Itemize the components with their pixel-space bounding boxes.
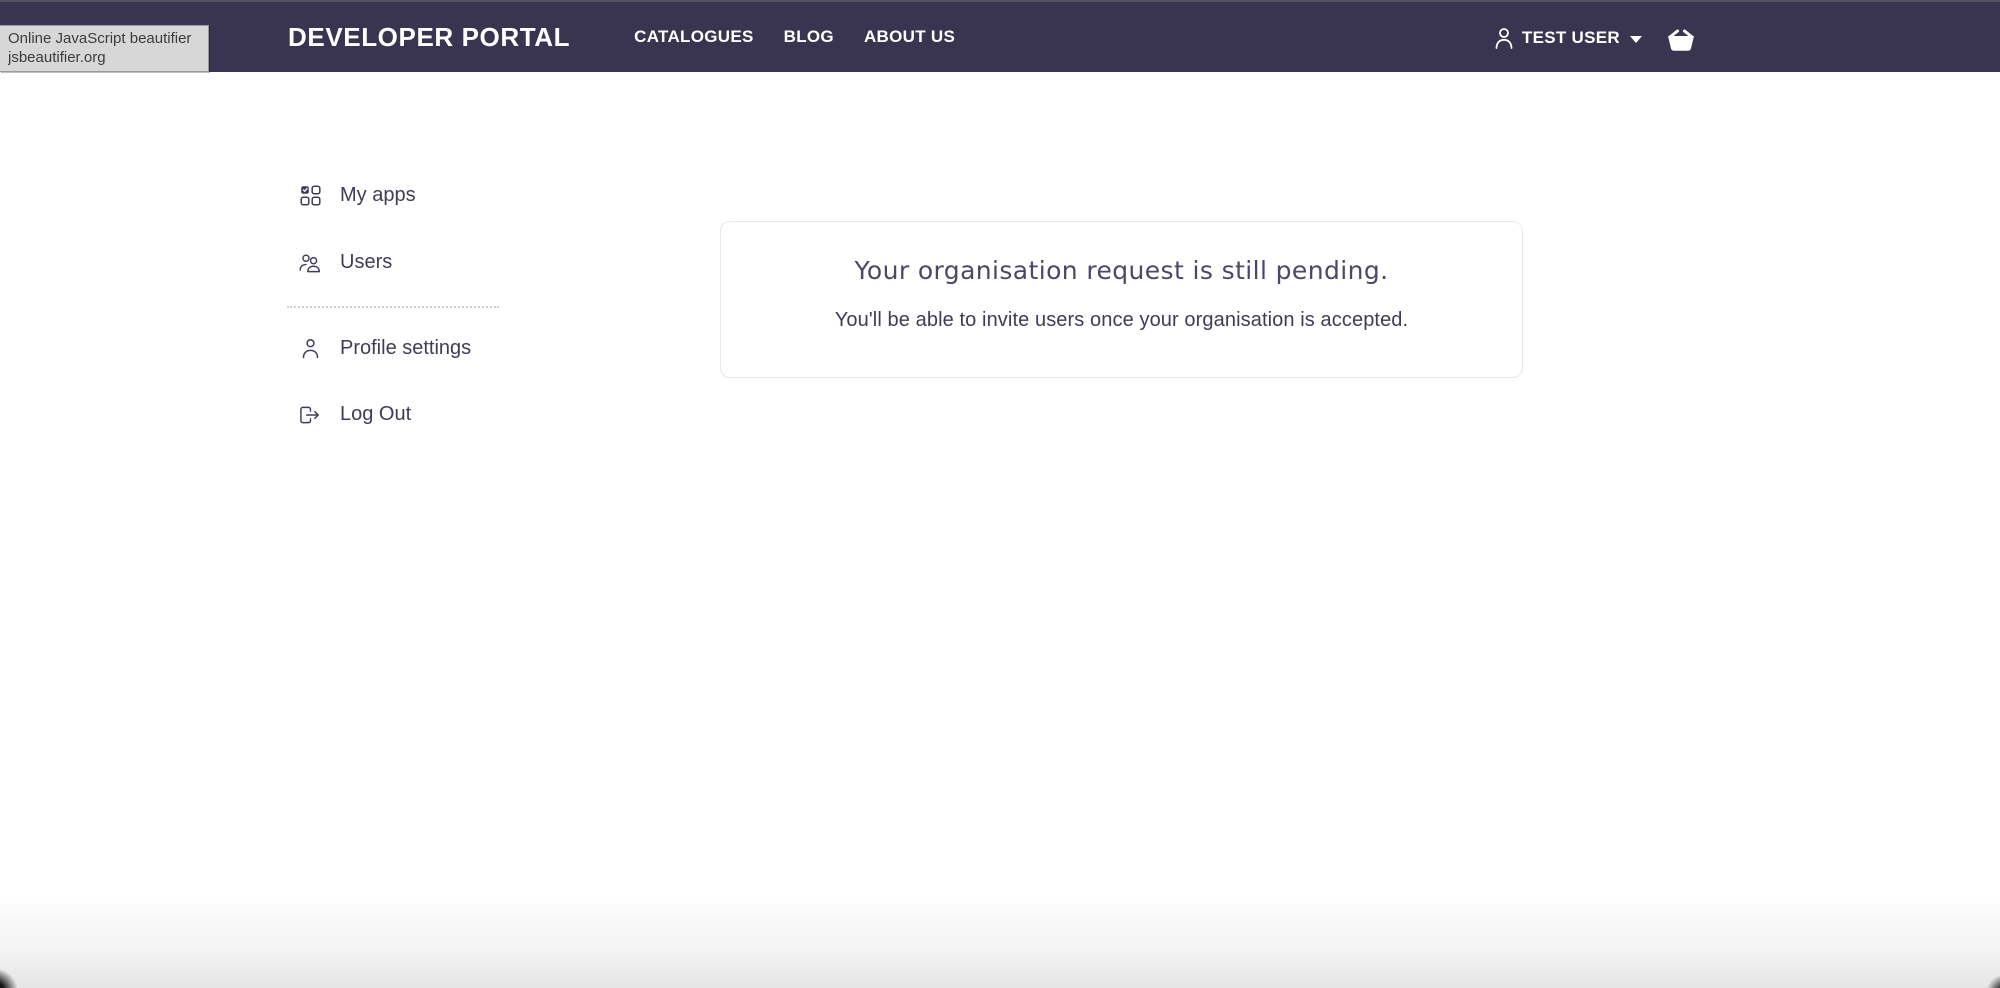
sidebar-item-users[interactable]: Users [299, 251, 392, 274]
pending-card-message: You'll be able to invite users once your… [721, 309, 1522, 332]
nav-link-about-us[interactable]: ABOUT US [864, 27, 955, 47]
user-menu-label: TEST USER [1522, 28, 1620, 48]
users-icon [299, 253, 321, 273]
sidebar-item-log-out[interactable]: Log Out [299, 403, 411, 426]
tooltip-line-2: jsbeautifier.org [8, 48, 200, 67]
browser-status-tooltip: Online JavaScript beautifier jsbeautifie… [0, 25, 209, 72]
pending-card-title: Your organisation request is still pendi… [721, 256, 1522, 285]
sidebar-item-label: Users [340, 251, 392, 274]
sidebar-item-label: Profile settings [340, 337, 471, 360]
sidebar-item-my-apps[interactable]: My apps [299, 184, 416, 207]
sidebar-item-profile-settings[interactable]: Profile settings [299, 337, 471, 360]
user-icon [1493, 26, 1515, 50]
basket-icon [1664, 23, 1698, 53]
user-menu-dropdown[interactable]: TEST USER [1493, 26, 1642, 50]
nav-right: TEST USER [1493, 2, 1698, 74]
tooltip-line-1: Online JavaScript beautifier [8, 29, 200, 48]
window-bottom-shadow [0, 893, 2000, 988]
logout-icon [299, 405, 321, 425]
apps-grid-icon [299, 185, 321, 206]
pending-organisation-card: Your organisation request is still pendi… [720, 221, 1523, 378]
nav-link-catalogues[interactable]: CATALOGUES [634, 27, 753, 47]
person-icon [299, 338, 321, 359]
basket-button[interactable] [1664, 23, 1698, 53]
sidebar-item-label: Log Out [340, 403, 411, 426]
sidebar-divider [287, 306, 499, 308]
sidebar-item-label: My apps [340, 184, 416, 207]
caret-down-icon [1630, 36, 1642, 43]
brand-logo[interactable]: DEVELOPER PORTAL [288, 22, 570, 53]
main-nav: CATALOGUES BLOG ABOUT US [634, 27, 955, 47]
nav-link-blog[interactable]: BLOG [784, 27, 834, 47]
top-nav: DEVELOPER PORTAL CATALOGUES BLOG ABOUT U… [0, 0, 2000, 72]
